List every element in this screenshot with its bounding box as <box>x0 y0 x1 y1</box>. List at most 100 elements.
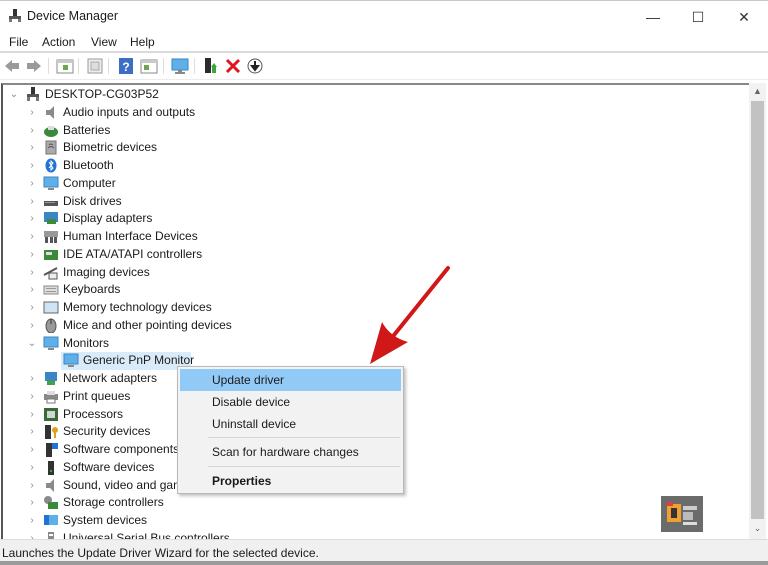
toolbar-separator <box>108 58 109 74</box>
menu-disable-device[interactable]: Disable device <box>180 391 401 413</box>
tree-category[interactable]: › Keyboards <box>3 281 403 299</box>
tree-category[interactable]: › Display adapters <box>3 210 403 228</box>
category-label: IDE ATA/ATAPI controllers <box>63 246 203 261</box>
scan-hardware-icon[interactable] <box>171 57 189 75</box>
chevron-right-icon[interactable]: › <box>27 441 37 458</box>
category-label: Computer <box>63 175 116 190</box>
chevron-right-icon[interactable]: › <box>27 104 37 121</box>
chevron-right-icon[interactable]: › <box>27 281 37 298</box>
category-label: Human Interface Devices <box>63 229 198 243</box>
menu-uninstall-device[interactable]: Uninstall device <box>180 413 401 435</box>
toolbar-separator <box>163 58 164 74</box>
chevron-right-icon[interactable]: › <box>27 370 37 387</box>
display-adapter-icon <box>44 212 58 225</box>
menu-update-driver[interactable]: Update driver <box>180 369 401 391</box>
tree-category[interactable]: › Disk drives <box>3 193 403 211</box>
tree-root[interactable]: ⌄ DESKTOP-CG03P52 <box>3 86 303 104</box>
computer-tower-icon <box>27 87 39 101</box>
close-button[interactable]: ✕ <box>721 1 767 33</box>
disable-icon[interactable] <box>246 57 264 75</box>
forward-icon[interactable] <box>25 57 43 75</box>
chevron-right-icon[interactable]: › <box>27 423 37 440</box>
minimize-button[interactable]: — <box>630 1 676 33</box>
minimize-icon: — <box>646 9 660 25</box>
menu-file[interactable]: File <box>9 35 28 49</box>
scroll-down-arrow-icon[interactable]: ⌄ <box>749 520 766 537</box>
storage-icon <box>44 496 58 510</box>
chevron-down-icon[interactable]: ⌄ <box>9 86 19 103</box>
chevron-right-icon[interactable]: › <box>27 264 37 281</box>
chevron-right-icon[interactable]: › <box>27 175 37 192</box>
chevron-right-icon[interactable]: › <box>27 139 37 156</box>
category-label: Universal Serial Bus controllers <box>63 530 230 539</box>
action-pane-icon[interactable] <box>140 57 158 75</box>
usb-icon <box>48 531 54 539</box>
menu-properties[interactable]: Properties <box>180 470 401 492</box>
tree-category[interactable]: › Memory technology devices <box>3 299 403 317</box>
chevron-right-icon[interactable]: › <box>27 246 37 263</box>
tree-category[interactable]: › Bluetooth <box>3 157 403 175</box>
tree-category[interactable]: › IDE ATA/ATAPI controllers <box>3 246 403 264</box>
chevron-right-icon[interactable]: › <box>27 299 37 316</box>
monitor-icon <box>63 353 79 368</box>
back-icon[interactable] <box>3 57 21 75</box>
chevron-right-icon[interactable]: › <box>27 477 37 494</box>
menu-view[interactable]: View <box>91 35 117 49</box>
ide-controller-icon <box>44 249 58 260</box>
category-label: Processors <box>63 406 124 421</box>
window-title: Device Manager <box>27 9 119 23</box>
tree-category[interactable]: › Biometric devices <box>3 139 403 157</box>
menu-action[interactable]: Action <box>42 35 75 49</box>
category-label: Batteries <box>63 122 111 137</box>
tree-category[interactable]: › Imaging devices <box>3 264 403 282</box>
tree-category[interactable]: › Audio inputs and outputs <box>3 104 403 122</box>
svg-text:?: ? <box>122 60 129 74</box>
scroll-up-arrow-icon[interactable]: ▲ <box>749 83 766 100</box>
menu-scan-hardware[interactable]: Scan for hardware changes <box>180 441 401 463</box>
tree-category[interactable]: › Storage controllers <box>3 494 403 512</box>
tree-category[interactable]: ⌄ Monitors <box>3 335 403 353</box>
console-tree-icon[interactable] <box>56 57 74 75</box>
device-manager-icon <box>9 9 21 22</box>
printer-icon <box>44 390 58 404</box>
category-label: Disk drives <box>63 193 122 208</box>
tree-category[interactable]: › Human Interface Devices <box>3 228 403 246</box>
chevron-right-icon[interactable]: › <box>27 406 37 423</box>
chevron-right-icon[interactable]: › <box>27 530 37 539</box>
chevron-right-icon[interactable]: › <box>27 157 37 174</box>
tree-category[interactable]: › Mice and other pointing devices <box>3 317 403 335</box>
scrollbar-thumb[interactable] <box>751 101 764 519</box>
system-icon <box>44 515 58 525</box>
category-label: Mice and other pointing devices <box>63 317 232 332</box>
vertical-scrollbar[interactable]: ▲ ⌄ <box>749 83 766 539</box>
software-component-icon <box>46 443 58 457</box>
update-driver-icon[interactable] <box>202 57 220 75</box>
maximize-button[interactable]: ☐ <box>675 1 721 33</box>
tree-category[interactable]: › Batteries <box>3 122 403 140</box>
category-label: Software components <box>63 442 180 456</box>
chevron-right-icon[interactable]: › <box>27 193 37 210</box>
processor-icon <box>44 407 58 421</box>
category-label: Display adapters <box>63 211 153 226</box>
chevron-right-icon[interactable]: › <box>27 494 37 511</box>
chevron-right-icon[interactable]: › <box>27 228 37 245</box>
uninstall-icon[interactable] <box>224 57 242 75</box>
title-bar: Device Manager — ☐ ✕ <box>0 0 768 32</box>
chevron-down-icon[interactable]: ⌄ <box>27 335 37 352</box>
chevron-right-icon[interactable]: › <box>27 210 37 227</box>
chevron-right-icon[interactable]: › <box>27 459 37 476</box>
tree-category[interactable]: › Universal Serial Bus controllers <box>3 530 403 539</box>
sound-icon <box>46 478 54 492</box>
chevron-right-icon[interactable]: › <box>27 317 37 334</box>
menu-help[interactable]: Help <box>130 35 155 49</box>
tree-category[interactable]: › Computer <box>3 175 403 193</box>
context-menu: Update driver Disable device Uninstall d… <box>177 366 404 494</box>
help-icon[interactable]: ? <box>117 57 135 75</box>
chevron-right-icon[interactable]: › <box>27 122 37 139</box>
properties-icon[interactable] <box>86 57 104 75</box>
chevron-right-icon[interactable]: › <box>27 512 37 529</box>
category-label: Network adapters <box>63 371 158 385</box>
chevron-right-icon[interactable]: › <box>27 388 37 405</box>
tree-category[interactable]: › System devices <box>3 512 403 530</box>
tree-device[interactable]: Generic PnP Monitor <box>61 352 194 370</box>
